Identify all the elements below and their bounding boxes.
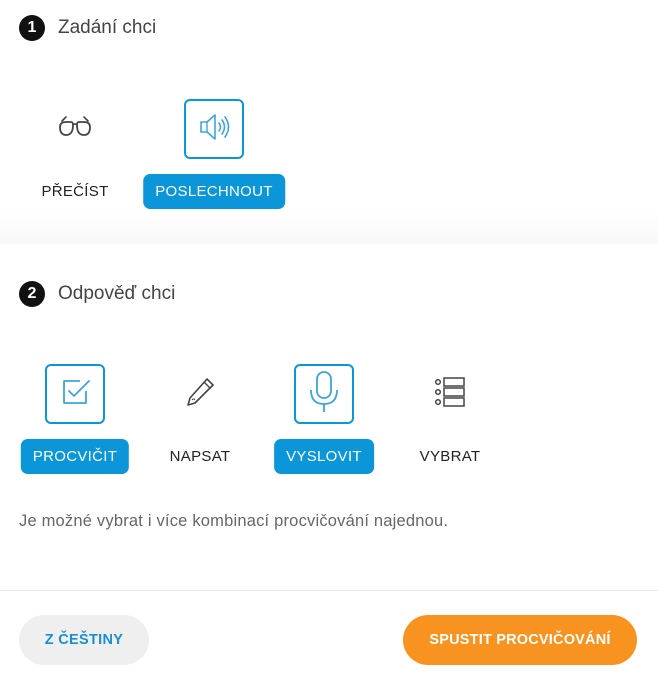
option-choose[interactable]: VYBRAT bbox=[385, 364, 515, 480]
option-label: POSLECHNOUT bbox=[143, 174, 285, 209]
icon-box bbox=[45, 364, 105, 424]
step-title: Zadání chci bbox=[58, 17, 157, 38]
option-label: VYSLOVIT bbox=[274, 439, 374, 474]
icon-box bbox=[420, 364, 480, 424]
step-header-answer: 2 Odpověď chci bbox=[19, 281, 175, 307]
icon-box bbox=[294, 364, 354, 424]
option-read[interactable]: PŘEČÍST bbox=[10, 99, 140, 215]
footer-divider bbox=[0, 590, 658, 591]
option-write[interactable]: NAPSAT bbox=[135, 364, 265, 480]
option-practice[interactable]: PROCVIČIT bbox=[10, 364, 140, 480]
icon-box bbox=[170, 364, 230, 424]
from-czech-button[interactable]: Z ČEŠTINY bbox=[19, 615, 149, 665]
option-label: PŘEČÍST bbox=[41, 183, 109, 200]
icon-box bbox=[45, 99, 105, 159]
glasses-icon bbox=[57, 115, 93, 144]
checkbox-icon bbox=[58, 375, 92, 414]
step-number-badge: 2 bbox=[19, 281, 45, 307]
step-number-badge: 1 bbox=[19, 15, 45, 41]
icon-box bbox=[184, 99, 244, 159]
start-practice-button[interactable]: SPUSTIT PROCVIČOVÁNÍ bbox=[403, 615, 637, 665]
pencil-icon bbox=[183, 375, 217, 414]
step-header-prompt: 1 Zadání chci bbox=[19, 15, 156, 41]
option-label: PROCVIČIT bbox=[20, 439, 130, 474]
speaker-icon bbox=[196, 109, 232, 150]
option-label: NAPSAT bbox=[169, 448, 231, 465]
prompt-section: 1 Zadání chci PŘEČÍST POSLECHNOUT bbox=[0, 0, 658, 244]
step-title: Odpověď chci bbox=[58, 283, 176, 304]
option-listen[interactable]: POSLECHNOUT bbox=[143, 99, 285, 215]
list-icon bbox=[433, 375, 467, 414]
combination-hint: Je možné vybrat i více kombinací procvič… bbox=[19, 512, 449, 530]
option-label: VYBRAT bbox=[419, 448, 481, 465]
microphone-icon bbox=[307, 370, 341, 419]
answer-section: 2 Odpověď chci PROCVIČIT NAPSAT VYSLOVIT… bbox=[0, 244, 658, 590]
option-speak[interactable]: VYSLOVIT bbox=[259, 364, 389, 480]
